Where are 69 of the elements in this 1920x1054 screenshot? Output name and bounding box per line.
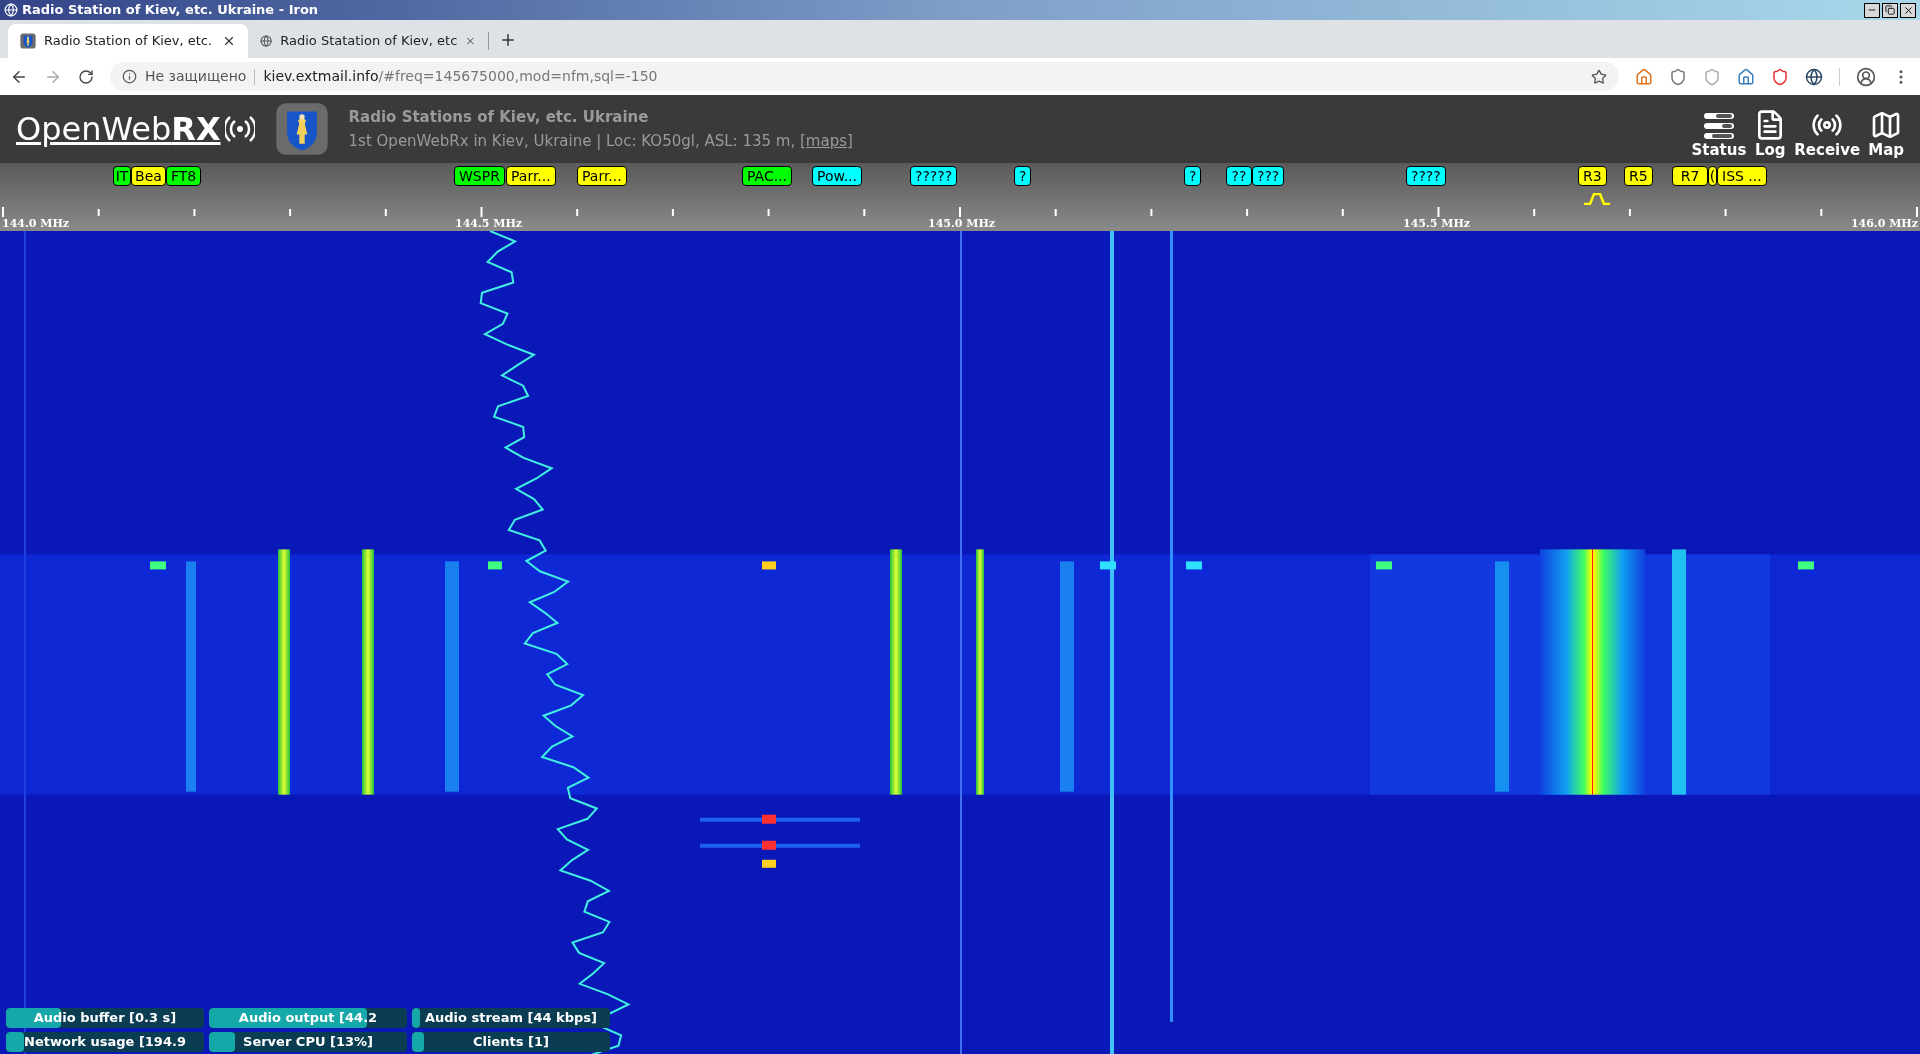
house-icon[interactable] [1635,67,1653,86]
coat-of-arms-icon [274,102,329,156]
frequency-label: 145.5 MHz [1403,217,1471,230]
browser-tab[interactable]: Radio Statation of Kiev, etc [248,24,488,58]
header-button[interactable]: Log [1754,109,1787,159]
reload-icon[interactable] [78,68,94,85]
meter-label: Clients [1] [472,1033,550,1051]
logo-text: OpenWebRX [16,109,221,150]
restore-icon [1885,5,1895,15]
close-icon [1902,4,1914,16]
maps-link[interactable]: [maps] [800,132,853,150]
meter-label: Audio output [44.2 [237,1009,379,1027]
bookmark-tag[interactable]: R3 [1578,166,1607,186]
shield-icon[interactable] [1771,67,1789,86]
bookmark-tag[interactable]: Bea [131,166,166,186]
bookmark-tag[interactable]: Pow... [812,166,863,186]
radio-waves-icon [224,115,255,143]
url-text: kiev.extmail.info/#freq=145675000,mod=nfm,sql=-150 [263,67,658,86]
bookmark-tag[interactable]: WSPR [454,166,505,186]
close-button[interactable] [1900,2,1916,18]
info-icon [122,69,137,84]
house-icon[interactable] [1737,67,1755,86]
meter-label: Server CPU [13%] [242,1033,374,1051]
frequency-label: 145.0 MHz [928,217,996,230]
frequency-label: 144.5 MHz [455,217,523,230]
close-icon[interactable] [222,34,236,48]
bookmark-tag[interactable]: ISS ... [1717,166,1767,186]
tab-title: Radio Station of Kiev, etc. [44,32,213,51]
filter-marker-icon[interactable] [1583,193,1611,205]
meter-label: Audio stream [44 kbps] [423,1009,599,1027]
bookmark-tag[interactable]: ??? [1252,166,1285,186]
bookmark-tag[interactable]: ????? [910,166,958,186]
bookmark-tag[interactable]: ? [1014,166,1032,186]
minimize-button[interactable] [1864,2,1880,18]
bookmark-tag[interactable]: ( [1708,166,1717,186]
bookmark-tag[interactable]: R7 [1672,166,1708,186]
bookmark-tag[interactable]: R5 [1624,166,1653,186]
station-subtitle: 1st OpenWebRx in Kiev, Ukraine | Loc: KO50gl, ASL: 135 m, [maps] [348,131,853,152]
restore-button[interactable] [1882,2,1898,18]
bookmark-tag[interactable]: ???? [1406,166,1446,186]
window-title: Radio Station of Kiev, etc. Ukraine - Iron [22,1,319,20]
frequency-label: 144.0 MHz [2,217,70,230]
station-title: Radio Stations of Kiev, etc. Ukraine [348,106,650,128]
globe-icon [260,33,273,49]
bookmark-tag[interactable]: ?? [1226,166,1252,186]
bookmark-tag[interactable]: ? [1184,166,1202,186]
bookmark-tag[interactable]: Parr... [506,166,556,186]
meter-label: Audio buffer [0.3 s] [32,1009,178,1027]
address-field[interactable]: Не защищено kiev.extmail.info/#freq=145675000,mod=nfm,sql=-150 [110,62,1619,91]
shield-icon[interactable] [1669,67,1687,86]
header-button[interactable]: Status [1691,111,1747,159]
bookmark-tag[interactable]: PAC... [742,166,792,186]
coat-of-arms-icon [20,33,36,49]
bookmark-tag[interactable]: IT [113,166,131,186]
bookmark-star-icon[interactable] [1591,68,1607,85]
security-label: Не защищено [145,67,247,86]
globe-icon[interactable] [1805,67,1823,86]
browser-tab[interactable]: Radio Station of Kiev, etc. [8,24,248,58]
header-button[interactable]: Receive [1794,109,1861,159]
header-button[interactable]: Map [1868,109,1904,159]
new-tab-icon[interactable] [499,31,517,49]
bookmark-tag[interactable]: Parr... [577,166,627,186]
tab-title: Radio Statation of Kiev, etc [280,32,458,51]
profile-icon[interactable] [1856,66,1876,87]
globe-icon [4,3,18,17]
sliders-icon [1701,111,1736,141]
frequency-label: 146.0 MHz [1850,217,1918,230]
bookmark-tag[interactable]: FT8 [166,166,202,186]
meter-label: Network usage [194.9 [23,1033,187,1051]
